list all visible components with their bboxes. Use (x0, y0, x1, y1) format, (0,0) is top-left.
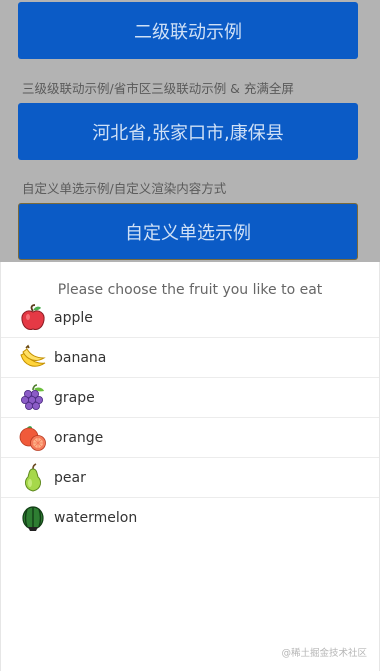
orange-icon (19, 425, 46, 451)
fruit-label: watermelon (54, 510, 138, 526)
fruit-label: grape (54, 389, 95, 406)
fruit-picker-sheet: Please choose the fruit you like to eat … (0, 262, 380, 671)
custom-single-demo-button[interactable]: 自定义单选示例 (18, 203, 358, 260)
fruit-label: orange (54, 429, 104, 446)
pear-icon (24, 462, 42, 492)
list-item-pear[interactable]: pear (1, 458, 379, 498)
watermark: @稀土掘金技术社区 (281, 648, 367, 659)
two-level-demo-button[interactable]: 二级联动示例 (18, 2, 358, 59)
apple-icon (21, 303, 45, 330)
screen: 二级联动示例 三级级联动示例/省市区三级联动示例 & 充满全屏 河北省,张家口市… (0, 0, 380, 671)
fruit-label: banana (54, 349, 107, 366)
banana-icon (20, 344, 46, 367)
list-item-apple[interactable]: apple (1, 298, 379, 338)
list-item-banana[interactable]: banana (1, 338, 379, 378)
fruit-label: apple (54, 309, 93, 326)
region-picker-button[interactable]: 河北省,张家口市,康保县 (18, 103, 358, 160)
three-level-caption: 三级级联动示例/省市区三级联动示例 & 充满全屏 (22, 81, 294, 96)
fruit-list: apple banana grape orange pear watermelo… (1, 298, 379, 538)
sheet-title: Please choose the fruit you like to eat (57, 282, 323, 298)
dimmed-page: 二级联动示例 三级级联动示例/省市区三级联动示例 & 充满全屏 河北省,张家口市… (0, 0, 380, 262)
list-item-watermelon[interactable]: watermelon (1, 498, 379, 538)
fruit-label: pear (54, 469, 86, 486)
watermelon-icon (22, 506, 44, 531)
custom-single-caption: 自定义单选示例/自定义渲染内容方式 (22, 181, 227, 196)
list-item-grape[interactable]: grape (1, 378, 379, 418)
list-item-orange[interactable]: orange (1, 418, 379, 458)
grape-icon (21, 383, 44, 410)
